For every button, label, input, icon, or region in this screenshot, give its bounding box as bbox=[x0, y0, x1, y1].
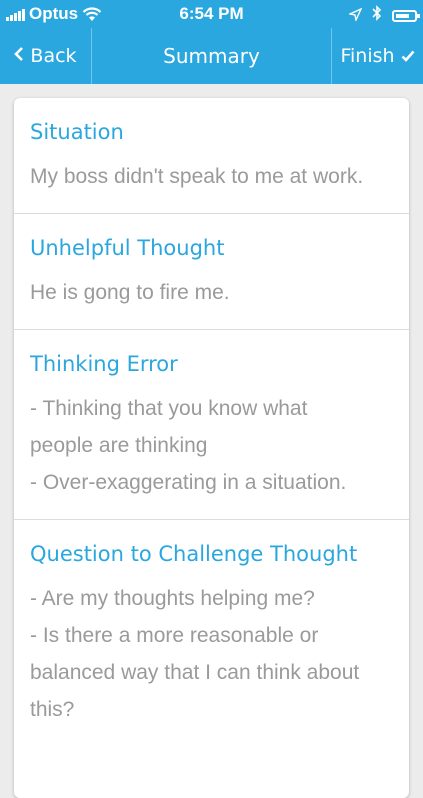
section-line: balanced way that I can think about bbox=[30, 661, 360, 684]
section-thinking-error: Thinking Error - Thinking that you know … bbox=[14, 330, 409, 520]
section-body: - Thinking that you know what people are… bbox=[30, 390, 393, 501]
section-line: - Are my thoughts helping me? bbox=[30, 587, 315, 610]
summary-card: Situation My boss didn't speak to me at … bbox=[14, 98, 409, 798]
back-button-label: Back bbox=[30, 45, 77, 67]
section-body: He is gong to fire me. bbox=[30, 274, 393, 311]
finish-button-label: Finish bbox=[340, 45, 395, 67]
checkmark-icon bbox=[401, 45, 415, 67]
section-situation: Situation My boss didn't speak to me at … bbox=[14, 98, 409, 214]
location-arrow-icon bbox=[347, 6, 363, 26]
section-line: - Is there a more reasonable or bbox=[30, 624, 319, 647]
section-title: Unhelpful Thought bbox=[30, 236, 225, 260]
back-button[interactable]: Back bbox=[0, 28, 92, 84]
section-line: this? bbox=[30, 698, 75, 721]
section-body: My boss didn't speak to me at work. bbox=[30, 158, 393, 195]
battery-icon bbox=[392, 9, 420, 22]
section-title: Question to Challenge Thought bbox=[30, 542, 358, 566]
section-line: people are thinking bbox=[30, 434, 208, 457]
section-title: Thinking Error bbox=[30, 352, 178, 376]
section-line: - Thinking that you know what bbox=[30, 397, 308, 420]
section-line: He is gong to fire me. bbox=[30, 281, 230, 304]
finish-button[interactable]: Finish bbox=[331, 28, 423, 84]
bluetooth-icon bbox=[372, 5, 382, 26]
status-bar: Optus 6:54 PM bbox=[0, 0, 423, 28]
section-body: - Are my thoughts helping me? - Is there… bbox=[30, 580, 393, 728]
nav-bar: Back Summary Finish bbox=[0, 28, 423, 84]
chevron-left-icon bbox=[14, 45, 24, 67]
section-line: - Over-exaggerating in a situation. bbox=[30, 471, 347, 494]
section-question-challenge: Question to Challenge Thought - Are my t… bbox=[14, 520, 409, 746]
section-unhelpful-thought: Unhelpful Thought He is gong to fire me. bbox=[14, 214, 409, 330]
section-line: My boss didn't speak to me at work. bbox=[30, 165, 364, 188]
page-title: Summary bbox=[163, 44, 260, 68]
status-right bbox=[347, 5, 420, 26]
section-title: Situation bbox=[30, 120, 124, 144]
